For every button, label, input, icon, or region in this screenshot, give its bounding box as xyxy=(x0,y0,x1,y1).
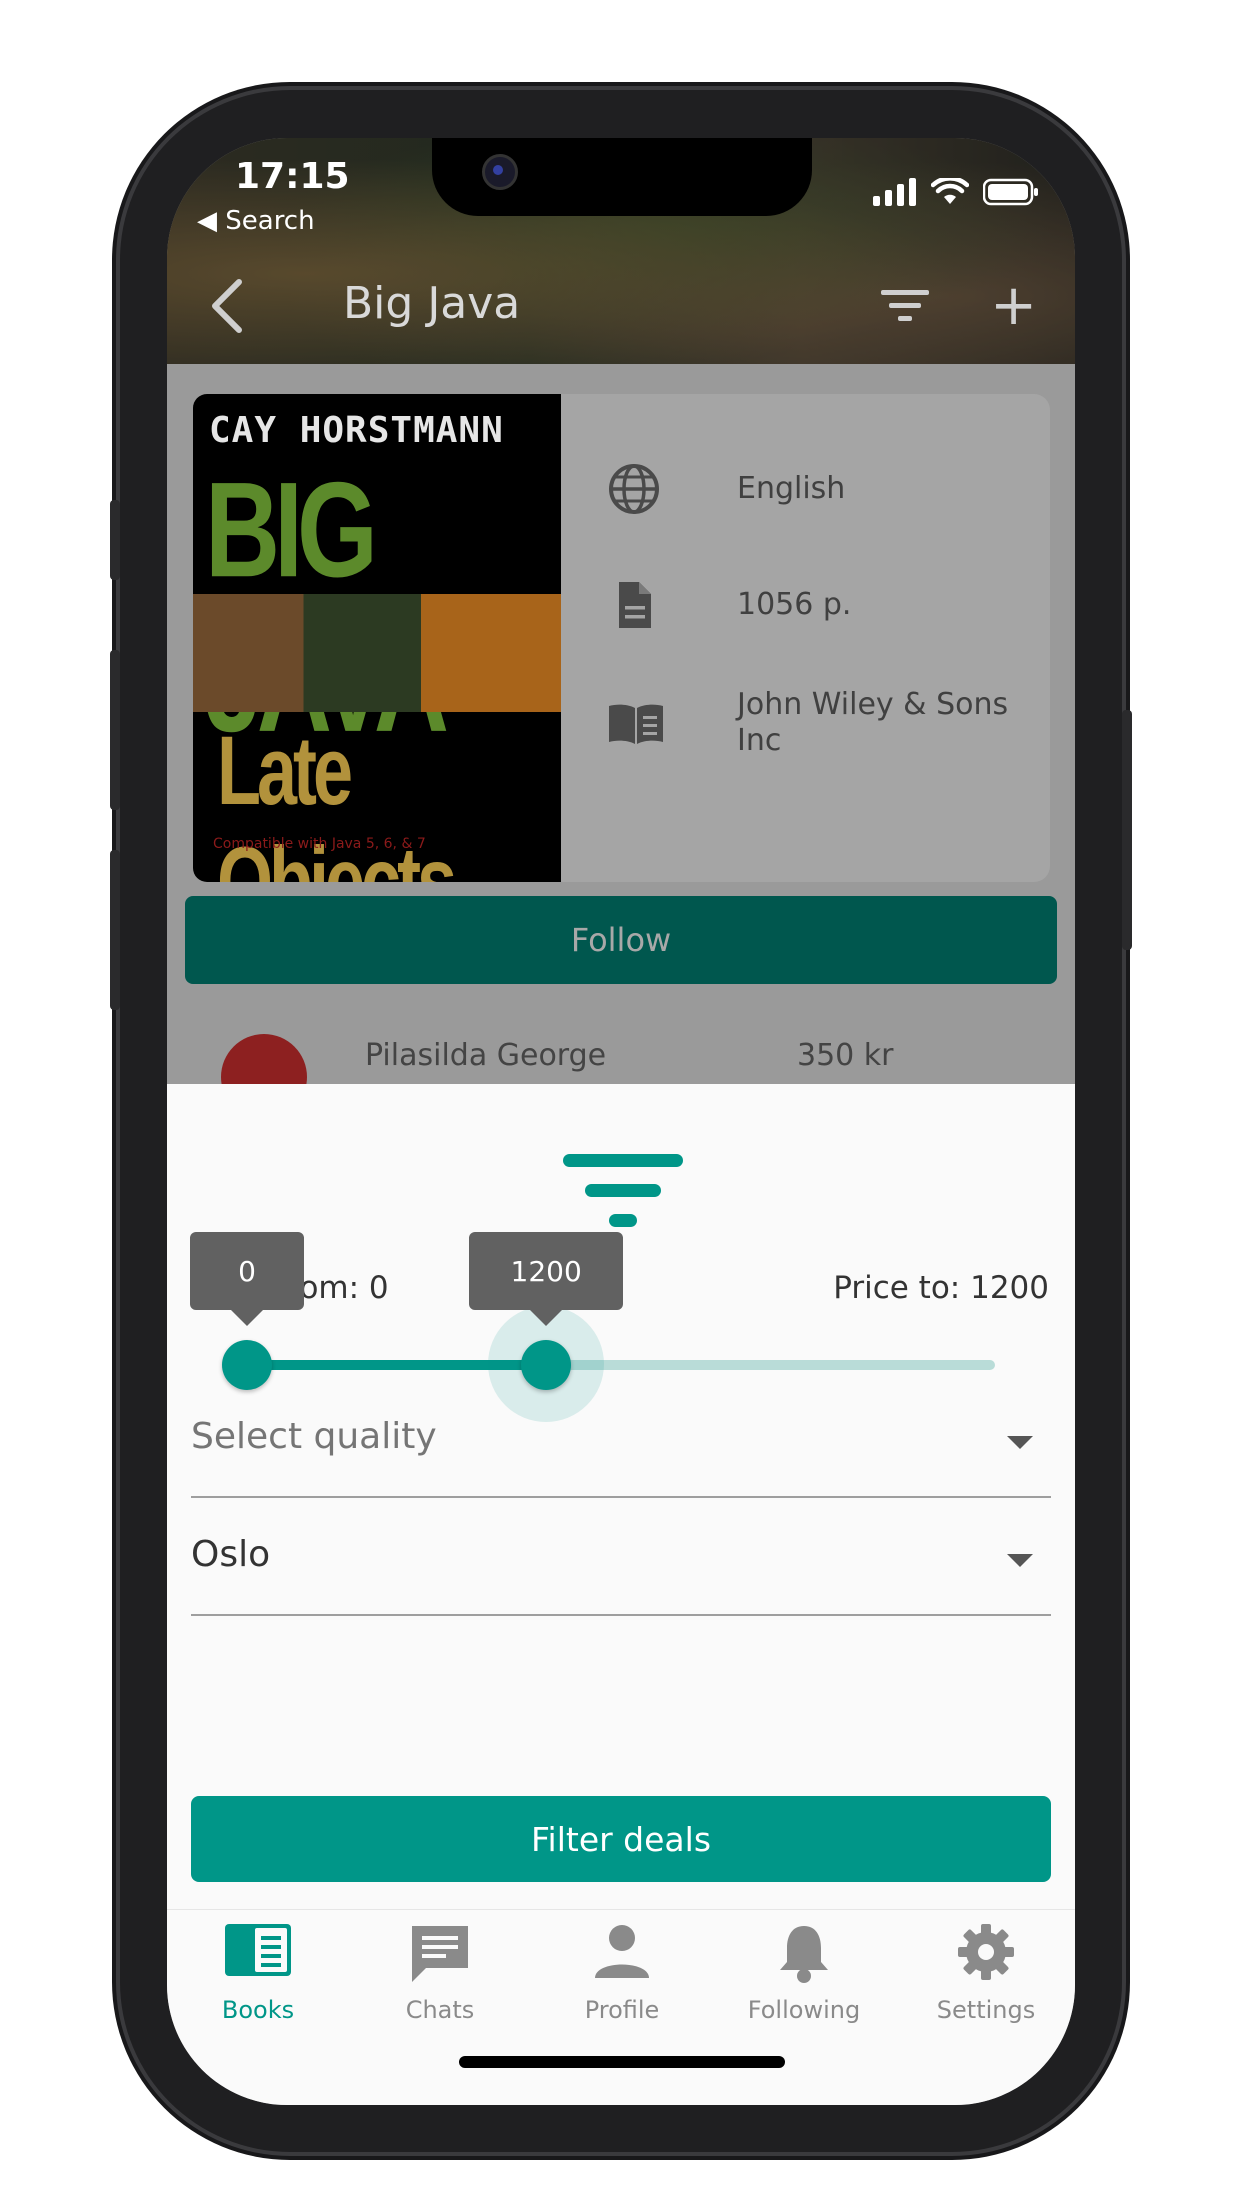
page-title: Big Java xyxy=(343,278,521,329)
bell-icon xyxy=(780,1926,828,1983)
seller-price: 350 kr xyxy=(797,1038,894,1073)
price-min-tooltip: 0 xyxy=(190,1232,304,1326)
filter-icon[interactable] xyxy=(881,288,929,324)
home-indicator xyxy=(459,2056,785,2068)
back-arrow-icon[interactable] xyxy=(207,276,247,336)
mute-switch xyxy=(110,500,120,580)
book-pages: 1056 p. xyxy=(737,587,852,622)
quality-placeholder: Select quality xyxy=(191,1416,437,1457)
phone-screen: 17:15 ◀ Search Big Java + CAY HORSTMANN … xyxy=(167,138,1075,2105)
notch xyxy=(432,138,812,216)
wifi-icon xyxy=(931,178,969,204)
nav-label-settings: Settings xyxy=(936,1996,1036,2024)
cover-author: CAY HORSTMANN xyxy=(209,410,504,451)
nav-label-following: Following xyxy=(747,1996,861,2024)
book-language: English xyxy=(737,471,846,506)
book-cover: CAY HORSTMANN BIG JAVA Late Objects Comp… xyxy=(193,394,561,882)
volume-down-button xyxy=(110,850,120,1010)
battery-icon xyxy=(983,178,1038,206)
seller-name: Pilasilda George xyxy=(365,1038,607,1073)
filter-deals-button[interactable]: Filter deals xyxy=(191,1796,1051,1882)
bottom-navigation: Books Chats Profile Following Settings xyxy=(167,1909,1075,2105)
book-icon xyxy=(225,1924,291,1976)
dropdown-arrow-icon xyxy=(1007,1436,1033,1449)
filter-icon xyxy=(563,1154,683,1227)
book-detail: CAY HORSTMANN BIG JAVA Late Objects Comp… xyxy=(167,364,1075,1084)
follow-button[interactable]: Follow xyxy=(185,896,1057,984)
status-back-link[interactable]: ◀ Search xyxy=(197,206,315,236)
add-icon[interactable]: + xyxy=(990,278,1037,334)
status-icons xyxy=(873,178,1039,206)
nav-label-books: Books xyxy=(221,1996,295,2024)
document-icon xyxy=(619,582,651,628)
seller-avatar xyxy=(221,1034,307,1084)
pages-row: 1056 p. xyxy=(607,578,851,632)
nav-item-following[interactable]: Following xyxy=(713,1910,895,2050)
city-value: Oslo xyxy=(191,1534,271,1575)
nav-label-chats: Chats xyxy=(405,1996,475,2024)
front-camera xyxy=(482,154,518,190)
open-book-icon xyxy=(609,704,663,744)
city-select[interactable]: Oslo xyxy=(191,1498,1051,1616)
gear-icon xyxy=(958,1924,1014,1980)
filter-bottom-sheet: Price from: 0 Price to: 1200 0 1200 Sele… xyxy=(167,1084,1075,1909)
nav-item-books[interactable]: Books xyxy=(167,1910,349,2050)
globe-icon xyxy=(609,464,659,514)
nav-item-profile[interactable]: Profile xyxy=(531,1910,713,2050)
chat-icon xyxy=(412,1926,468,1982)
seller-list-item[interactable]: Pilasilda George 350 kr xyxy=(167,1004,1075,1084)
nav-label-profile: Profile xyxy=(584,1996,660,2024)
volume-up-button xyxy=(110,650,120,810)
nav-item-chats[interactable]: Chats xyxy=(349,1910,531,2050)
cover-animals-image xyxy=(193,594,561,712)
power-button xyxy=(1122,710,1132,950)
price-to-label: Price to: 1200 xyxy=(833,1270,1049,1306)
cover-subtitle: Late Objects xyxy=(217,717,457,882)
person-icon xyxy=(595,1925,649,1978)
language-row: English xyxy=(607,462,845,516)
price-max-tooltip: 1200 xyxy=(469,1232,624,1326)
nav-item-settings[interactable]: Settings xyxy=(895,1910,1075,2050)
cover-compatibility: Compatible with Java 5, 6, & 7 xyxy=(213,836,426,852)
publisher-row: John Wiley & Sons Inc xyxy=(607,687,1008,758)
quality-select[interactable]: Select quality xyxy=(191,1380,1051,1498)
dropdown-arrow-icon xyxy=(1007,1554,1033,1567)
signal-icon xyxy=(873,178,916,206)
status-time: 17:15 xyxy=(235,156,350,197)
book-publisher: John Wiley & Sons Inc xyxy=(737,687,1009,758)
